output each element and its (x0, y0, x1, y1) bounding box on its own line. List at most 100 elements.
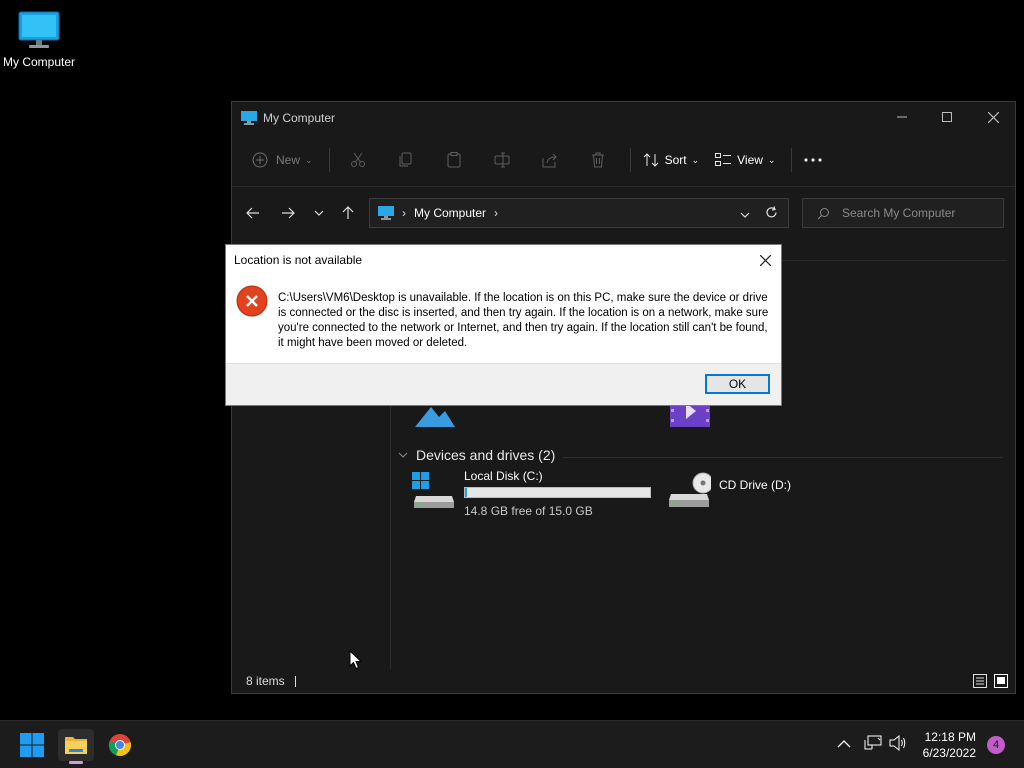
title-bar[interactable]: My Computer (232, 102, 1015, 134)
taskbar-chrome[interactable] (102, 729, 138, 761)
chevron-up-icon (837, 740, 851, 748)
view-button[interactable]: View ⌄ (715, 153, 775, 167)
rename-icon (494, 152, 510, 168)
view-icon (715, 153, 732, 166)
search-placeholder: Search My Computer (842, 206, 956, 220)
windows-logo-icon (20, 733, 44, 757)
hard-drive-icon (412, 472, 454, 508)
details-view-icon (973, 674, 987, 688)
arrow-up-icon (342, 206, 354, 219)
copy-icon (399, 152, 412, 167)
status-bar: 8 items (232, 669, 1015, 693)
clock-date: 6/23/2022 (922, 746, 976, 760)
share-icon (542, 153, 557, 168)
divider (791, 148, 793, 172)
chevron-down-icon (314, 210, 324, 216)
details-view-button[interactable] (973, 674, 987, 691)
close-button[interactable] (970, 102, 1016, 132)
address-bar[interactable]: › My Computer › (369, 198, 789, 228)
chevron-right-icon: › (494, 206, 499, 220)
section-title: Devices and drives (2) (416, 447, 556, 463)
monitor-icon (378, 206, 394, 220)
dialog-message: C:\Users\VM6\Desktop is unavailable. If … (278, 292, 769, 349)
recent-locations-button[interactable] (308, 202, 330, 224)
dialog-close-button[interactable] (755, 250, 775, 270)
chevron-down-icon: ⌄ (767, 154, 776, 165)
mouse-cursor-icon (349, 650, 363, 670)
divider (294, 675, 296, 687)
network-button[interactable] (864, 735, 882, 754)
address-dropdown-button[interactable] (740, 207, 750, 221)
notification-badge[interactable]: 4 (987, 736, 1005, 754)
sort-icon (643, 153, 658, 167)
start-button[interactable] (14, 729, 50, 761)
sort-label: Sort (664, 153, 687, 167)
taskbar-file-explorer[interactable] (58, 729, 94, 764)
share-button[interactable] (534, 148, 566, 172)
delete-button[interactable] (582, 148, 614, 172)
arrow-right-icon (282, 207, 295, 219)
chevron-right-icon: › (402, 206, 406, 220)
desktop-icon-my-computer[interactable]: My Computer (2, 10, 76, 69)
divider (629, 148, 631, 172)
minimize-icon (897, 116, 907, 118)
drive-d[interactable]: CD Drive (D:) (667, 472, 791, 510)
volume-button[interactable] (889, 734, 907, 754)
new-button[interactable]: New ⌄ (252, 152, 313, 168)
more-icon (804, 158, 823, 162)
capacity-fill (465, 488, 468, 497)
item-count: 8 items (246, 674, 285, 688)
search-box[interactable]: Search My Computer (802, 198, 1004, 228)
clock[interactable]: 12:18 PM 6/23/2022 (923, 729, 976, 761)
running-indicator (69, 761, 83, 764)
plus-circle-icon (252, 152, 268, 168)
navigation-row: › My Computer › Search My Computer (232, 187, 1015, 239)
search-icon (817, 207, 829, 219)
folder-icon (65, 737, 87, 754)
chevron-down-icon (398, 452, 408, 458)
drive-name: Local Disk (C:) (464, 469, 543, 483)
taskbar: 12:18 PM 6/23/2022 4 (0, 720, 1024, 768)
chevron-down-icon (740, 212, 750, 218)
monitor-icon (18, 11, 60, 48)
new-label: New (276, 153, 301, 167)
drive-name: CD Drive (D:) (719, 478, 791, 492)
forward-button[interactable] (277, 202, 299, 224)
divider (328, 148, 330, 172)
divider (563, 457, 1003, 458)
copy-button[interactable] (390, 148, 422, 172)
up-button[interactable] (337, 202, 359, 224)
close-icon (759, 254, 771, 266)
large-icons-view-button[interactable] (994, 674, 1008, 691)
show-hidden-icons-button[interactable] (837, 737, 851, 751)
rename-button[interactable] (486, 148, 518, 172)
devices-section-header[interactable]: Devices and drives (2) (398, 447, 1003, 463)
chrome-icon (108, 734, 131, 757)
breadcrumb-my-computer[interactable]: My Computer (414, 206, 486, 220)
refresh-button[interactable] (765, 206, 778, 222)
ok-button[interactable]: OK (705, 374, 770, 394)
dialog-title: Location is not available (234, 253, 363, 267)
capacity-bar (464, 487, 651, 498)
maximize-button[interactable] (924, 102, 970, 132)
more-options-button[interactable] (804, 158, 823, 162)
tiles-view-icon (994, 674, 1008, 688)
back-button[interactable] (242, 202, 264, 224)
refresh-icon (766, 206, 777, 218)
arrow-left-icon (246, 207, 259, 219)
trash-icon (591, 152, 604, 168)
desktop-icon-label: My Computer (2, 55, 76, 69)
cut-button[interactable] (342, 148, 374, 172)
close-icon (987, 111, 999, 123)
error-dialog: Location is not available C:\Users\VM6\D… (225, 244, 782, 406)
minimize-button[interactable] (879, 102, 925, 132)
dialog-footer: OK (226, 363, 781, 405)
clipboard-icon (447, 152, 461, 168)
maximize-icon (942, 112, 952, 122)
scissors-icon (350, 152, 365, 167)
sort-button[interactable]: Sort ⌄ (643, 152, 700, 168)
chevron-down-icon: ⌄ (691, 154, 700, 165)
chevron-down-icon: ⌄ (305, 154, 313, 165)
paste-button[interactable] (438, 148, 470, 172)
drive-c[interactable]: Local Disk (C:) 14.8 GB free of 15.0 GB (412, 469, 651, 518)
